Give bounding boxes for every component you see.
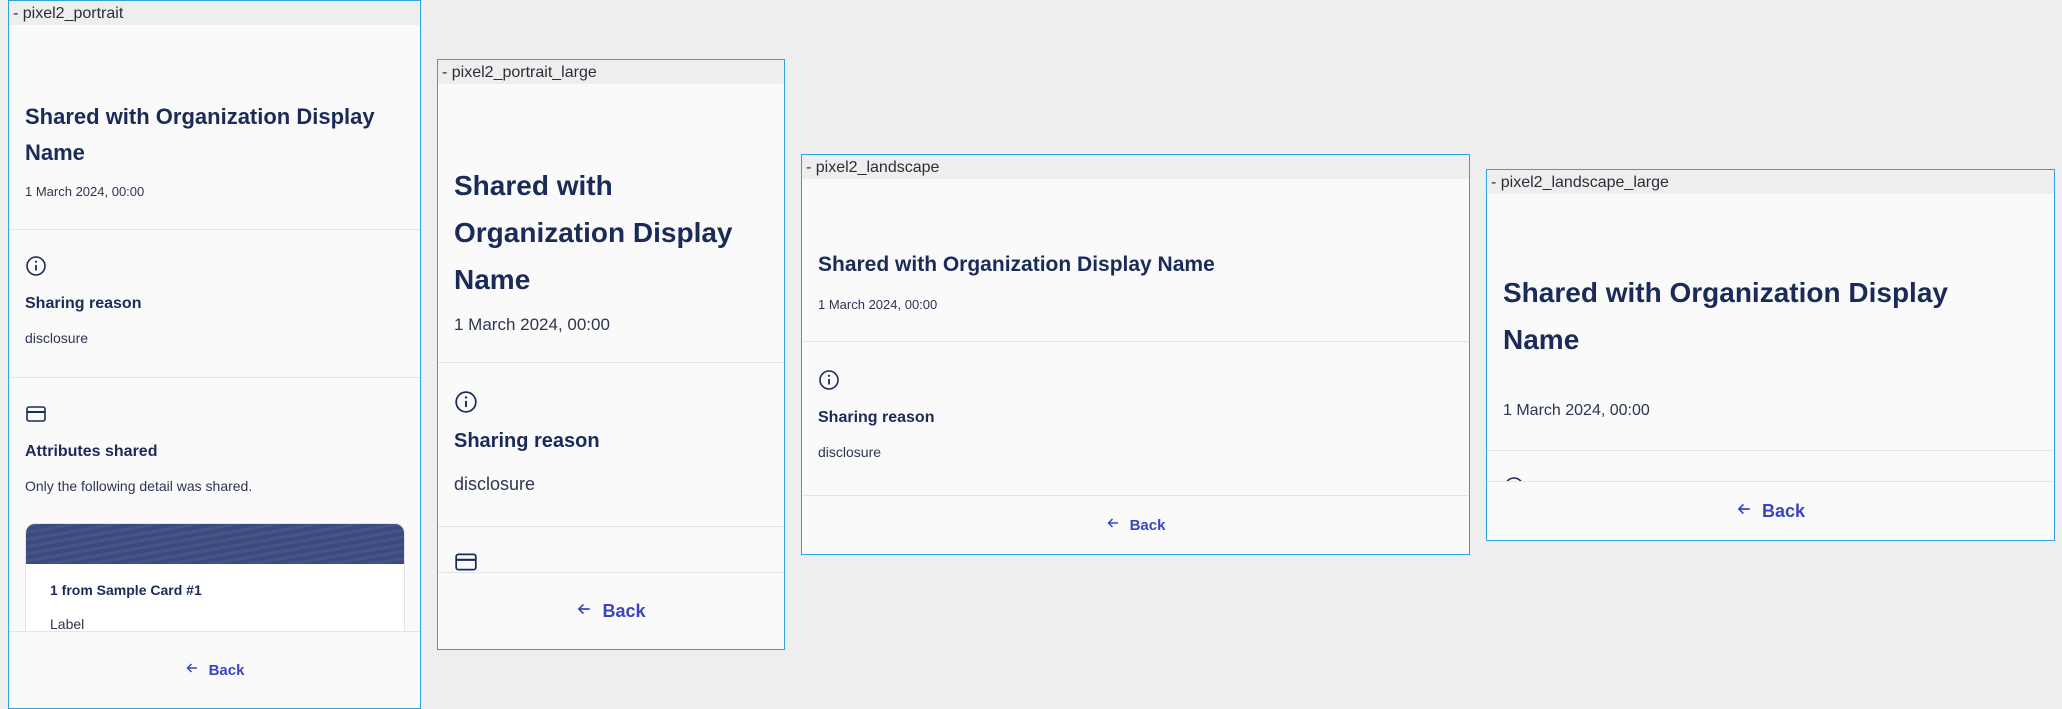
back-label: Back <box>1129 516 1166 534</box>
device-frame-pixel2-portrait-large: - pixel2_portrait_large Shared with Orga… <box>437 59 785 650</box>
shared-date: 1 March 2024, 00:00 <box>818 297 938 312</box>
sharing-reason-value: disclosure <box>818 444 882 460</box>
footer-bar: Back <box>802 495 1469 554</box>
divider <box>438 526 784 527</box>
back-label: Back <box>602 600 646 621</box>
page-title: Shared with Organization Display Name <box>454 170 733 295</box>
sharing-reason-value: disclosure <box>454 474 536 494</box>
shared-card[interactable]: 1 from Sample Card #1 Label <box>25 523 405 645</box>
card-attribute-label: Label <box>50 616 85 632</box>
footer-bar: Back <box>1487 481 2054 540</box>
arrow-left-icon <box>185 661 199 679</box>
sharing-reason-title: Sharing reason <box>454 430 600 452</box>
frame-label: - pixel2_portrait_large <box>438 60 784 84</box>
page-title: Shared with Organization Display Name <box>25 104 375 165</box>
info-circle-icon <box>454 390 478 419</box>
divider <box>1487 450 2054 451</box>
info-circle-icon <box>25 255 47 282</box>
back-label: Back <box>208 661 245 679</box>
info-circle-icon <box>818 369 840 396</box>
arrow-left-icon <box>1736 501 1752 522</box>
attributes-shared-title: Attributes shared <box>25 443 158 460</box>
back-button[interactable]: Back <box>1736 501 1805 522</box>
frame-label: - pixel2_landscape <box>802 155 1469 179</box>
credit-card-icon <box>25 403 47 430</box>
attributes-shared-subtitle: Only the following detail was shared. <box>25 478 253 494</box>
divider <box>9 229 420 230</box>
arrow-left-icon <box>576 601 592 622</box>
footer-bar: Back <box>438 572 784 649</box>
divider <box>9 377 420 378</box>
card-banner <box>26 524 404 564</box>
back-button[interactable]: Back <box>1106 516 1166 534</box>
card-title: 1 from Sample Card #1 <box>50 582 202 598</box>
back-label: Back <box>1761 500 1806 521</box>
frame-label: - pixel2_landscape_large <box>1487 170 2054 194</box>
arrow-left-icon <box>1106 516 1120 534</box>
shared-date: 1 March 2024, 00:00 <box>1503 402 1650 419</box>
sharing-reason-value: disclosure <box>25 330 89 346</box>
page-title: Shared with Organization Display Name <box>1503 277 1948 355</box>
shared-date: 1 March 2024, 00:00 <box>25 184 145 199</box>
divider <box>802 341 1469 342</box>
shared-date: 1 March 2024, 00:00 <box>454 315 610 334</box>
back-button[interactable]: Back <box>576 600 646 622</box>
device-frame-pixel2-portrait: - pixel2_portrait Shared with Organizati… <box>8 0 421 709</box>
divider <box>438 362 784 363</box>
frame-label: - pixel2_portrait <box>9 1 420 25</box>
sharing-reason-title: Sharing reason <box>25 295 142 312</box>
footer-bar: Back <box>9 631 420 708</box>
sharing-reason-title: Sharing reason <box>818 409 935 426</box>
device-frame-pixel2-landscape: - pixel2_landscape Shared with Organizat… <box>801 154 1470 555</box>
page-title: Shared with Organization Display Name <box>818 253 1215 276</box>
back-button[interactable]: Back <box>185 661 245 679</box>
device-frame-pixel2-landscape-large: - pixel2_landscape_large Shared with Org… <box>1486 169 2055 541</box>
